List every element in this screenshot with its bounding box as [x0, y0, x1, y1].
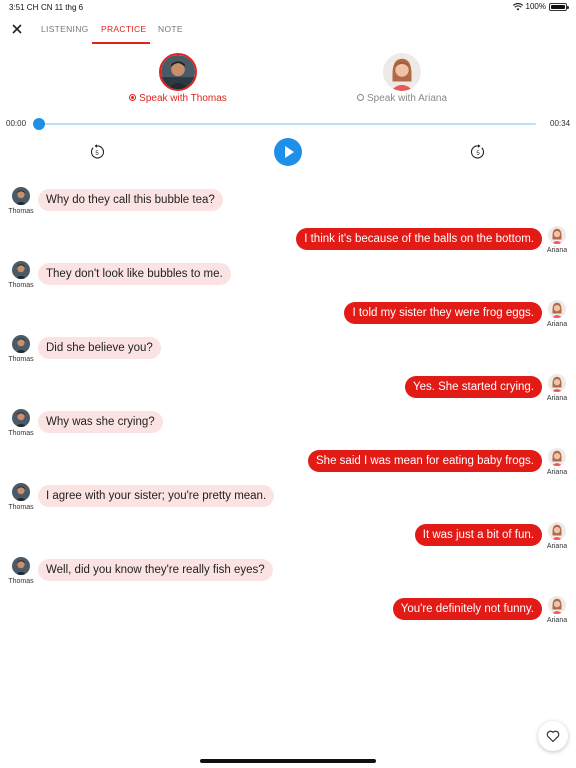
progress-track[interactable] [38, 123, 536, 125]
ariana-avatar [548, 374, 566, 392]
active-tab-indicator [92, 42, 150, 44]
ariana-avatar [548, 448, 566, 466]
message-row: Thomas Why was she crying? [0, 409, 576, 449]
message-bubble[interactable]: I think it's because of the balls on the… [296, 228, 542, 250]
tab-practice[interactable]: PRACTICE [101, 24, 146, 34]
message-bubble[interactable]: Why was she crying? [38, 411, 163, 433]
message-row: Thomas Well, did you know they're really … [0, 557, 576, 597]
close-button[interactable] [8, 20, 26, 38]
message-bubble[interactable]: Yes. She started crying. [404, 376, 542, 398]
speaker-option-thomas[interactable]: Speak with Thomas [123, 53, 233, 109]
forward-5-icon: 5 [470, 144, 485, 159]
message-bubble[interactable]: I agree with your sister; you're pretty … [38, 485, 275, 507]
total-time: 00:34 [550, 119, 571, 128]
message-bubble[interactable]: You're definitely not funny. [392, 598, 542, 620]
message-row: Ariana I think it's because of the balls … [0, 224, 576, 264]
ariana-avatar [548, 300, 566, 318]
forward-button[interactable]: 5 [470, 144, 486, 160]
message-row: Ariana She said I was mean for eating bab… [0, 446, 576, 486]
thomas-avatar [12, 261, 30, 279]
thomas-avatar [12, 557, 30, 575]
message-bubble[interactable]: She said I was mean for eating baby frog… [308, 450, 542, 472]
message-bubble[interactable]: Why do they call this bubble tea? [38, 189, 223, 211]
speaker-name: Ariana [546, 543, 568, 550]
svg-text:5: 5 [476, 151, 480, 157]
svg-text:5: 5 [95, 151, 99, 157]
status-bar: 3:51 CH CN 11 thg 6 100% [0, 0, 576, 14]
home-indicator [200, 759, 376, 763]
progress-thumb[interactable] [33, 118, 45, 130]
message-row: Thomas They don't look like bubbles to me… [0, 261, 576, 301]
message-row: Ariana Yes. She started crying. [0, 372, 576, 412]
message-bubble[interactable]: Well, did you know they're really fish e… [38, 559, 273, 581]
thomas-avatar [159, 53, 197, 91]
thomas-avatar [12, 483, 30, 501]
play-icon [285, 146, 294, 158]
message-row: Thomas I agree with your sister; you're p… [0, 483, 576, 523]
wifi-icon [512, 2, 523, 10]
rewind-5-icon: 5 [90, 144, 105, 159]
message-bubble[interactable]: I told my sister they were frog eggs. [344, 302, 542, 324]
message-row: Ariana I told my sister they were frog eg… [0, 298, 576, 338]
speaker-name: Ariana [546, 395, 568, 402]
status-date: CN 11 thg 6 [41, 3, 84, 12]
speaker-name: Thomas [8, 208, 34, 215]
favorite-button[interactable] [538, 721, 568, 751]
rewind-button[interactable]: 5 [89, 144, 105, 160]
message-row: Ariana It was just a bit of fun. [0, 520, 576, 560]
battery-percent: 100% [525, 2, 546, 11]
message-bubble[interactable]: Did she believe you? [38, 337, 161, 359]
top-nav: LISTENING PRACTICE NOTE [0, 14, 576, 44]
ariana-avatar [548, 522, 566, 540]
ariana-avatar [548, 226, 566, 244]
current-time: 00:00 [6, 119, 27, 128]
heart-icon [546, 730, 560, 743]
message-bubble[interactable]: They don't look like bubbles to me. [38, 263, 231, 285]
battery-icon [549, 2, 569, 11]
speaker-name: Thomas [8, 282, 34, 289]
thomas-avatar [12, 187, 30, 205]
thomas-avatar [12, 335, 30, 353]
message-row: Ariana You're definitely not funny. [0, 594, 576, 634]
radio-unselected-icon [356, 94, 364, 101]
message-row: Thomas Did she believe you? [0, 335, 576, 375]
speaker-name: Thomas [8, 504, 34, 511]
message-row: Thomas Why do they call this bubble tea? [0, 187, 576, 227]
status-right: 100% [512, 2, 569, 11]
message-bubble[interactable]: It was just a bit of fun. [414, 524, 542, 546]
speaker-name: Thomas [8, 430, 34, 437]
radio-selected-icon [129, 94, 137, 101]
ariana-avatar [548, 596, 566, 614]
speaker-name: Thomas [8, 578, 34, 585]
speaker-option-label: Speak with Thomas [123, 93, 233, 104]
speaker-name: Ariana [546, 617, 568, 624]
status-time: 3:51 CH [9, 3, 39, 12]
speaker-name: Ariana [546, 321, 568, 328]
speaker-option-label: Speak with Ariana [347, 93, 457, 104]
ariana-avatar [383, 53, 421, 91]
thomas-avatar [12, 409, 30, 427]
tab-note[interactable]: NOTE [158, 24, 183, 34]
speaker-option-ariana[interactable]: Speak with Ariana [347, 53, 457, 109]
close-icon [12, 24, 22, 34]
speaker-name: Ariana [546, 469, 568, 476]
tab-listening[interactable]: LISTENING [41, 24, 89, 34]
speaker-name: Thomas [8, 356, 34, 363]
play-button[interactable] [274, 138, 302, 166]
speaker-name: Ariana [546, 247, 568, 254]
